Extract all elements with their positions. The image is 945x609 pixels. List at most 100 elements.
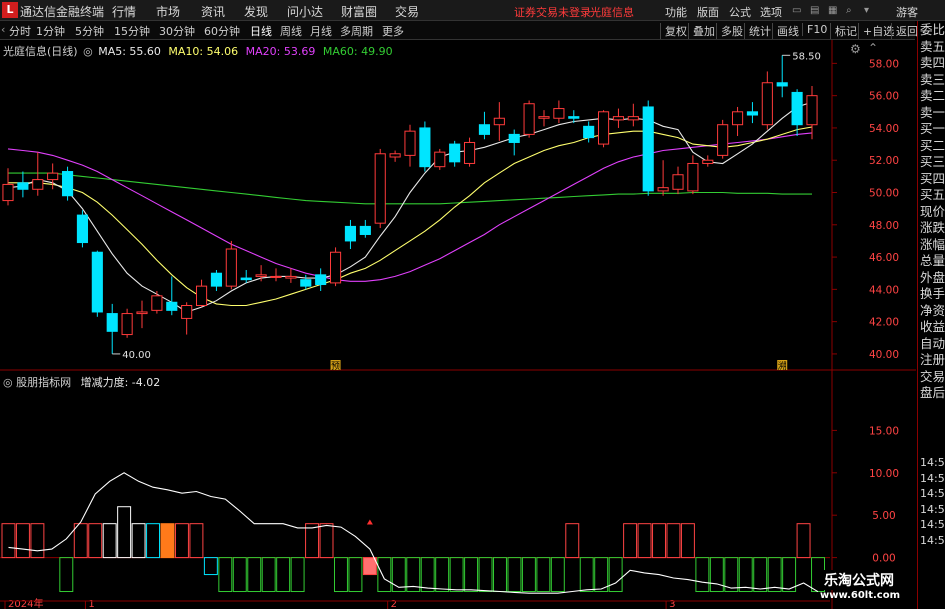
- ind-bar-53: [767, 557, 782, 593]
- tab-more[interactable]: 更多: [382, 23, 404, 39]
- login-notice[interactable]: 证券交易未登录: [514, 4, 591, 20]
- main-tick-label-0: 40.00: [869, 349, 899, 361]
- tab-daily[interactable]: 日线: [250, 23, 272, 39]
- guest-user[interactable]: 游客: [896, 4, 918, 20]
- side-label-11: 现价: [920, 203, 945, 219]
- window-icon[interactable]: ▤: [810, 5, 819, 16]
- ind-bar-23: [333, 557, 348, 593]
- candle-body-24: [359, 225, 371, 235]
- menu-hangqing[interactable]: 行情: [112, 3, 136, 20]
- ind-bar-52: [753, 557, 768, 593]
- minimize-icon[interactable]: ▭: [792, 5, 801, 16]
- chart-area[interactable]: 40.00 42.00 44.00 46.00 48.00 50.00 52.00 54.00…: [0, 40, 916, 609]
- tab-1min[interactable]: 1分钟: [36, 23, 65, 39]
- fuquan-button[interactable]: 复权: [660, 23, 687, 39]
- side-label-0: 委比: [920, 22, 945, 37]
- side-label-22[interactable]: 盘后: [920, 385, 945, 402]
- ind-bar-20: [290, 557, 305, 593]
- ind-bar-40: [579, 557, 594, 593]
- side-label-19[interactable]: 自动: [920, 336, 945, 353]
- ind-bar-32: [464, 557, 479, 593]
- candle-body-32: [478, 124, 491, 135]
- tab-5min[interactable]: 5分钟: [75, 23, 104, 39]
- tab-multi-period[interactable]: 多周期: [340, 23, 373, 39]
- candle-51: [761, 71, 773, 130]
- candle-41: [612, 108, 625, 128]
- candle-35: [523, 100, 535, 138]
- ind-bar-33: [478, 557, 493, 593]
- tab-weekly[interactable]: 周线: [280, 23, 302, 39]
- settings-gear-icon[interactable]: ⚙: [850, 42, 861, 56]
- ind-bar-6: [88, 523, 103, 559]
- huaxian-button[interactable]: 画线: [772, 23, 799, 39]
- candle-19: [285, 268, 297, 283]
- indicator-legend: ◎ 股朋指标网 增减力度: -4.02: [3, 374, 160, 390]
- tab-15min[interactable]: 15分钟: [114, 23, 150, 39]
- biaoji-button[interactable]: 标记: [830, 23, 857, 39]
- side-label-20[interactable]: 注册: [920, 352, 945, 369]
- tile-icon[interactable]: ▦: [828, 5, 837, 16]
- search-icon[interactable]: ⌕: [846, 5, 852, 16]
- side-label-7: 买二: [920, 137, 945, 153]
- tab-fenshi[interactable]: 分时: [9, 23, 31, 39]
- tab-60min[interactable]: 60分钟: [204, 23, 240, 39]
- candle-11: [166, 276, 178, 316]
- candle-body-30: [449, 143, 461, 163]
- candle-7: [106, 303, 118, 354]
- collapse-icon[interactable]: ‹: [1, 23, 5, 36]
- side-time-5: 14:56: [920, 533, 945, 547]
- side-label-21[interactable]: 交易: [920, 369, 945, 386]
- diejia-button[interactable]: 叠加: [688, 23, 715, 39]
- side-label-5: 卖一: [920, 104, 945, 120]
- ind-bar-5: [73, 523, 88, 559]
- f10-button[interactable]: F10: [802, 23, 827, 36]
- menu-wenxiaoda[interactable]: 问小达: [287, 3, 323, 20]
- indicator-toggle-icon[interactable]: ◎: [3, 376, 13, 389]
- x-label-0: 2024年: [8, 597, 43, 609]
- menu-faxian[interactable]: 发现: [244, 3, 268, 20]
- menu-banmian[interactable]: 版面: [697, 4, 719, 20]
- legend-ma60: MA60: 49.90: [322, 45, 393, 58]
- candle-body-33: [493, 117, 505, 126]
- duogu-button[interactable]: 多股: [716, 23, 743, 39]
- tab-30min[interactable]: 30分钟: [159, 23, 195, 39]
- menu-xuanxiang[interactable]: 选项: [760, 4, 782, 20]
- menu-zixun[interactable]: 资讯: [201, 3, 225, 20]
- menu-caifuquan[interactable]: 财富圈: [341, 3, 377, 20]
- menu-shichang[interactable]: 市场: [156, 3, 180, 20]
- collapse-up-icon[interactable]: ⌃: [868, 41, 878, 55]
- legend-ma5: MA5: 55.60: [98, 45, 161, 58]
- add-watchlist-button[interactable]: +自选: [858, 23, 894, 39]
- ind-bar-2: [30, 523, 45, 559]
- candle-30: [449, 140, 461, 167]
- back-button[interactable]: 返回: [891, 23, 918, 39]
- watermark-title: 乐淘公式网: [820, 570, 898, 590]
- menu-gongshi[interactable]: 公式: [729, 4, 751, 20]
- ind-bar-14: [203, 557, 218, 576]
- candle-31: [463, 137, 476, 167]
- menu-gongneng[interactable]: 功能: [665, 4, 687, 20]
- dropdown-icon[interactable]: ▾: [864, 5, 869, 16]
- tongji-button[interactable]: 统计: [744, 23, 771, 39]
- ind-bar-13: [189, 523, 204, 559]
- main-tick-label-3: 46.00: [869, 252, 899, 264]
- menu-jiaoyi[interactable]: 交易: [395, 3, 419, 20]
- ind-bar-55: [796, 523, 811, 559]
- side-label-12: 涨跌: [920, 220, 945, 235]
- tab-monthly[interactable]: 月线: [310, 23, 332, 39]
- candle-26: [389, 150, 401, 162]
- candle-body-29: [434, 151, 446, 168]
- ind-bar-44: [637, 523, 652, 559]
- candle-8: [121, 308, 133, 338]
- app-logo-icon: L: [2, 2, 18, 18]
- candle-body-11: [166, 301, 178, 311]
- candle-24: [359, 219, 371, 238]
- legend-toggle-icon[interactable]: ◎: [83, 45, 93, 58]
- ind-bar-19: [276, 557, 291, 593]
- candle-49: [731, 106, 744, 137]
- candle-body-31: [463, 141, 476, 164]
- ind-bar-30: [435, 557, 450, 593]
- ind-bar-21: [305, 523, 320, 559]
- candle-body-53: [791, 91, 803, 126]
- ind-bar-27: [391, 557, 406, 593]
